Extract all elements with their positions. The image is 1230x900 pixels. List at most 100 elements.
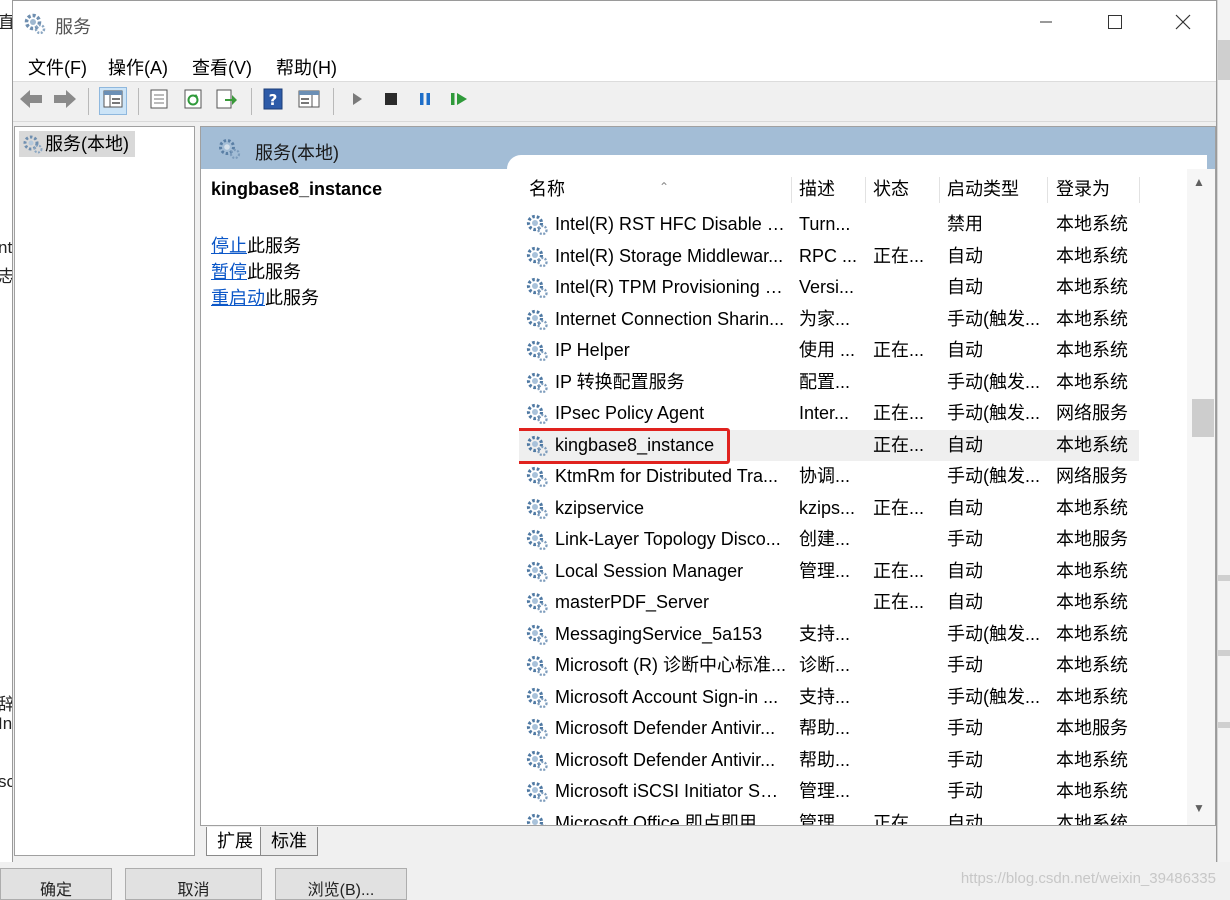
gear-icon [219,139,241,160]
service-logon-cell: 本地系统 [1056,277,1128,297]
service-status-cell: 正在... [873,340,925,360]
service-row[interactable]: masterPDF_Server 正在... 自动 本地系统 [519,587,1139,618]
service-row[interactable]: Intel(R) TPM Provisioning S... Versi... 自动… [519,272,1139,303]
service-row[interactable]: Local Session Manager 管理... 正在... 自动 本地系统 [519,556,1139,587]
maximize-icon [1107,14,1123,35]
back-button[interactable] [17,87,45,115]
service-logon-cell: 本地系统 [1056,434,1128,455]
services-window: 服务 文件(F) 操作(A) 查看(V) 帮助(H) ? 服务(本地) 服务(本… [12,0,1219,863]
service-logon-cell: 本地系统 [1056,749,1128,770]
services-panel: 服务(本地) kingbase8_instance 停止此服务 暂停此服务 重启… [200,126,1216,826]
column-header-name[interactable]: 名称 ⌃ [529,169,789,209]
stop-service-link[interactable]: 停止 [211,236,247,256]
service-row[interactable]: Microsoft Account Sign-in ... 支持... 手动(触发.… [519,682,1139,713]
service-row-selected[interactable]: kingbase8_instance 正在... 自动 本地系统 [519,427,1139,464]
service-startup-type-cell: 手动(触发... [947,686,1040,707]
column-header-description[interactable]: 描述 [799,169,859,209]
bg-ok-button[interactable]: 确定 [0,868,112,900]
bg-browse-button[interactable]: 浏览(B)... [275,868,407,900]
minimize-icon [1039,15,1053,34]
selected-service-name: kingbase8_instance [211,179,383,199]
service-row[interactable]: IP 转换配置服务 配置... 手动(触发... 本地系统 [519,367,1139,398]
scrollbar-thumb[interactable] [1192,399,1214,437]
forward-button[interactable] [51,87,79,115]
tab-extended[interactable]: 扩展 [206,827,264,856]
service-startup-type-cell: 禁用 [947,214,983,234]
restart-service-button[interactable] [445,87,473,115]
show-hide-action-pane-button[interactable] [295,87,323,115]
service-row[interactable]: Microsoft Defender Antivir... 帮助... 手动 本地服务 [519,713,1139,744]
service-row[interactable]: KtmRm for Distributed Tra... 协调... 手动(触发..… [519,461,1139,492]
service-description-cell: 诊断... [799,655,851,675]
toolbar: ? [13,82,1216,122]
vertical-scrollbar[interactable]: ▲ ▼ [1187,169,1215,825]
service-name-cell: Intel(R) RST HFC Disable S... [555,214,787,234]
service-row[interactable]: Link-Layer Topology Disco... 创建... 手动 本地服务 [519,524,1139,555]
minimize-button[interactable] [1010,1,1082,47]
menu-action[interactable]: 操作(A) [108,54,168,80]
service-startup-type-cell: 自动 [947,245,983,266]
service-row[interactable]: Microsoft iSCSI Initiator Ser... 管理... 手动 本… [519,776,1139,807]
console-tree-button[interactable] [99,87,127,115]
column-header-startup-type[interactable]: 启动类型 [947,169,1047,209]
service-row[interactable]: Microsoft (R) 诊断中心标准... 诊断... 手动 本地系统 [519,650,1139,681]
bg-cancel-button[interactable]: 取消 [125,868,262,900]
action-suffix: 此服务 [265,288,319,308]
pause-service-link[interactable]: 暂停 [211,262,247,282]
service-row[interactable]: Intel(R) RST HFC Disable S... Turn... 禁用 本地… [519,209,1139,240]
action-restart: 重启动此服务 [211,285,501,311]
service-row[interactable]: Microsoft Office 即点即用... 管理... 正在... 自动 本地系统 [519,808,1139,825]
start-service-icon [350,91,364,112]
export-list-button[interactable] [213,87,241,115]
service-description-cell: Versi... [799,277,855,297]
action-suffix: 此服务 [247,262,301,282]
service-logon-cell: 本地系统 [1056,686,1128,707]
tab-standard[interactable]: 标准 [260,827,318,856]
service-name-cell: IP Helper [555,340,630,360]
service-logon-cell: 本地系统 [1056,781,1128,801]
menu-help[interactable]: 帮助(H) [276,54,337,80]
service-row[interactable]: IPsec Policy Agent Inter... 正在... 手动(触发... 网… [519,398,1139,429]
help-button[interactable]: ? [259,87,287,115]
menu-bar: 文件(F) 操作(A) 查看(V) 帮助(H) [13,47,1216,82]
service-startup-type-cell: 手动 [947,529,983,549]
status-bar [13,859,1216,863]
scroll-up-icon[interactable]: ▲ [1193,175,1205,189]
maximize-button[interactable] [1079,1,1151,47]
service-description-cell: 创建... [799,529,851,549]
service-logon-cell: 本地系统 [1056,655,1128,675]
service-startup-type-cell: 手动(触发... [947,371,1040,392]
service-startup-type-cell: 手动 [947,749,983,770]
start-service-button[interactable] [343,87,371,115]
service-startup-type-cell: 自动 [947,434,983,455]
service-name-cell: Internet Connection Sharin... [555,308,785,329]
refresh-button[interactable] [179,87,207,115]
restart-service-link[interactable]: 重启动 [211,288,265,308]
close-button[interactable] [1147,1,1219,47]
service-row[interactable]: IP Helper 使用 ... 正在... 自动 本地系统 [519,335,1139,366]
tree-node-services-local[interactable]: 服务(本地) [19,131,135,157]
service-logon-cell: 本地系统 [1056,308,1128,329]
view-tabs: 扩展 标准 [200,827,1100,857]
service-row[interactable]: MessagingService_5a153 支持... 手动(触发... 本地系统 [519,619,1139,650]
refresh-icon [183,89,203,114]
service-description-cell: Turn... [799,214,851,234]
gear-icon [23,12,47,41]
action-pause: 暂停此服务 [211,259,501,285]
service-row[interactable]: kzipservice kzips... 正在... 自动 本地系统 [519,493,1139,524]
stop-service-button[interactable] [377,87,405,115]
pause-service-button[interactable] [411,87,439,115]
service-name-cell: Microsoft iSCSI Initiator Ser... [555,781,787,801]
service-row[interactable]: Intel(R) Storage Middlewar... RPC ... 正在..… [519,241,1139,272]
menu-file[interactable]: 文件(F) [28,54,87,80]
column-header-status[interactable]: 状态 [873,169,933,209]
column-header-logon-as[interactable]: 登录为 [1056,169,1136,209]
scroll-down-icon[interactable]: ▼ [1193,801,1205,815]
service-row[interactable]: Internet Connection Sharin... 为家... 手动(触发.… [519,304,1139,335]
service-row[interactable]: Microsoft Defender Antivir... 帮助... 手动 本地系统 [519,745,1139,776]
menu-view[interactable]: 查看(V) [192,54,252,80]
service-logon-cell: 网络服务 [1056,466,1128,486]
service-name-cell: Link-Layer Topology Disco... [555,529,781,549]
properties-button[interactable] [145,87,173,115]
service-startup-type-cell: 自动 [947,277,983,297]
